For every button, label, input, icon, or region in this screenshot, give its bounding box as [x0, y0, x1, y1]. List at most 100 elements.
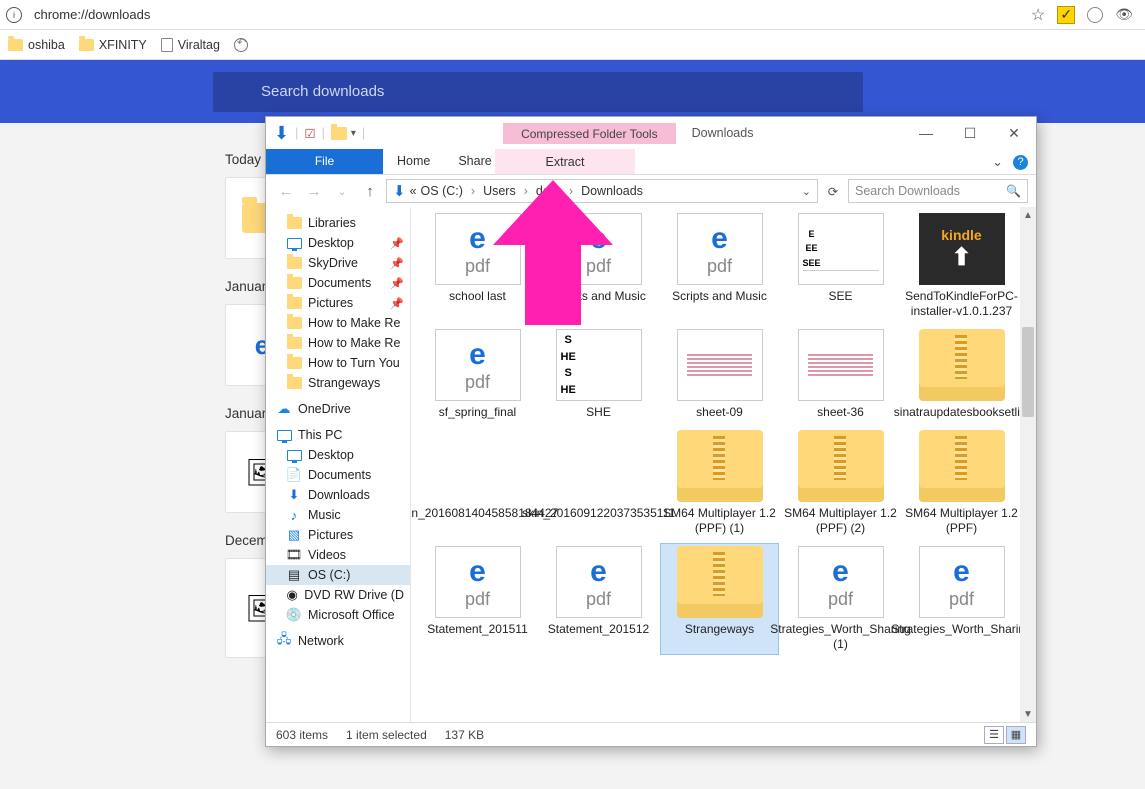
- breadcrumb-item[interactable]: dettr: [536, 184, 561, 198]
- breadcrumb-item[interactable]: OS (C:): [421, 184, 463, 198]
- breadcrumb-item[interactable]: Users: [483, 184, 516, 198]
- status-bar: 603 items 1 item selected 137 KB ☰ ▦: [266, 722, 1036, 746]
- search-icon: 🔍: [1006, 184, 1021, 198]
- file-label: school last: [449, 289, 506, 304]
- file-item[interactable]: epdfStrategies_Worth_Sharing (1): [782, 544, 899, 654]
- nav-onedrive[interactable]: ☁OneDrive: [266, 399, 410, 419]
- nav-item[interactable]: How to Turn You: [266, 353, 410, 373]
- file-item[interactable]: SM64 Multiplayer 1.2 (PPF) (2): [782, 428, 899, 538]
- quick-access-toolbar: ⬇ | ☑ | ▾ |: [266, 123, 373, 144]
- search-placeholder: Search Downloads: [855, 184, 960, 198]
- file-label: sheet-36: [817, 405, 864, 420]
- file-item[interactable]: epdfScripts and Music: [540, 211, 657, 321]
- help-icon[interactable]: ?: [1013, 155, 1028, 170]
- site-info-icon[interactable]: i: [6, 7, 22, 23]
- extension-icon[interactable]: 👁: [1115, 6, 1133, 23]
- breadcrumb-dropdown-icon[interactable]: ⌄: [802, 185, 811, 198]
- file-item[interactable]: epdfStrategies_Worth_Sharing: [903, 544, 1020, 654]
- bookmark-star-icon[interactable]: ☆: [1031, 5, 1045, 25]
- file-item[interactable]: epdfsf_spring_final: [419, 327, 536, 422]
- file-item[interactable]: epdfStatement_201511: [419, 544, 536, 654]
- nav-item[interactable]: Desktop: [266, 445, 410, 465]
- file-item[interactable]: SHESHESHE: [540, 327, 657, 422]
- nav-item[interactable]: 🎞Videos: [266, 545, 410, 565]
- file-item[interactable]: Strangeways: [661, 544, 778, 654]
- breadcrumb-bar[interactable]: ⬇ « OS (C:)› Users› dettr› Downloads ⌄: [386, 179, 818, 203]
- file-item[interactable]: SM64 Multiplayer 1.2 (PPF) (1): [661, 428, 778, 538]
- bookmarks-bar: oshiba XFINITY Viraltag: [0, 30, 1145, 60]
- nav-this-pc[interactable]: This PC: [266, 425, 410, 445]
- vertical-scrollbar[interactable]: ▲ ▼: [1020, 207, 1036, 722]
- nav-item[interactable]: 💿Microsoft Office: [266, 605, 410, 625]
- nav-item[interactable]: ♪Music: [266, 505, 410, 525]
- nav-item[interactable]: Strangeways: [266, 373, 410, 393]
- bookmark-item[interactable]: XFINITY: [79, 38, 147, 52]
- close-button[interactable]: [992, 118, 1036, 148]
- scroll-down-icon[interactable]: ▼: [1020, 706, 1036, 722]
- file-item[interactable]: sheet-09: [661, 327, 778, 422]
- minimize-button[interactable]: [904, 118, 948, 148]
- scrollbar-thumb[interactable]: [1022, 327, 1034, 417]
- icons-view-button[interactable]: ▦: [1006, 726, 1026, 744]
- file-label: SM64 Multiplayer 1.2 (PPF) (1): [663, 506, 776, 536]
- maximize-button[interactable]: [948, 118, 992, 148]
- file-item[interactable]: sheet-36: [782, 327, 899, 422]
- file-label: Statement_201512: [548, 622, 649, 637]
- details-view-button[interactable]: ☰: [984, 726, 1004, 744]
- tab-home[interactable]: Home: [383, 149, 444, 174]
- file-item[interactable]: kindle⬆SendToKindleForPC-installer-v1.0.…: [903, 211, 1020, 321]
- nav-item[interactable]: Documents📌: [266, 273, 410, 293]
- ribbon-tabs: File Home Share View Extract ⌄ ?: [266, 149, 1036, 175]
- nav-item[interactable]: How to Make Re: [266, 313, 410, 333]
- folder-icon[interactable]: [331, 127, 347, 140]
- breadcrumb-item[interactable]: Downloads: [581, 184, 643, 198]
- nav-item[interactable]: Libraries: [266, 213, 410, 233]
- up-button[interactable]: ↑: [358, 183, 382, 200]
- file-label: SendToKindleForPC-installer-v1.0.1.237: [905, 289, 1018, 319]
- tab-extract[interactable]: Extract: [495, 149, 635, 174]
- file-list-pane[interactable]: epdfschool lastepdfScripts and Musicepdf…: [411, 207, 1036, 722]
- file-item[interactable]: skin_20160814045858184427: [419, 428, 536, 538]
- nav-item[interactable]: ⬇Downloads: [266, 485, 410, 505]
- nav-item[interactable]: ▤OS (C:): [266, 565, 410, 585]
- download-arrow-icon[interactable]: ⬇: [274, 123, 289, 144]
- file-item[interactable]: epdfStatement_201512: [540, 544, 657, 654]
- nav-item[interactable]: ▧Pictures: [266, 525, 410, 545]
- selection-count: 1 item selected: [346, 728, 427, 742]
- file-label: SEE: [828, 289, 852, 304]
- file-label: SM64 Multiplayer 1.2 (PPF) (2): [784, 506, 897, 536]
- qat-dropdown-icon[interactable]: ▾: [351, 128, 356, 139]
- navigation-pane: LibrariesDesktop📌SkyDrive📌Documents📌Pict…: [266, 207, 411, 722]
- file-label: Scripts and Music: [551, 289, 646, 304]
- scroll-up-icon[interactable]: ▲: [1020, 207, 1036, 223]
- file-item[interactable]: sinatraupdatesbooksetlist: [903, 327, 1020, 422]
- history-icon[interactable]: [234, 38, 248, 52]
- bookmark-item[interactable]: Viraltag: [161, 38, 220, 52]
- norton-extension-icon[interactable]: ✓: [1057, 6, 1075, 24]
- back-button[interactable]: ←: [274, 183, 298, 200]
- url-field[interactable]: chrome://downloads: [28, 3, 1025, 26]
- nav-item[interactable]: SkyDrive📌: [266, 253, 410, 273]
- window-titlebar[interactable]: ⬇ | ☑ | ▾ | Compressed Folder Tools Down…: [266, 117, 1036, 149]
- download-arrow-icon: ⬇: [393, 182, 406, 200]
- nav-item[interactable]: ◉DVD RW Drive (D: [266, 585, 410, 605]
- refresh-button[interactable]: ⟳: [822, 184, 844, 199]
- bookmark-item[interactable]: oshiba: [8, 38, 65, 52]
- file-item[interactable]: epdfScripts and Music: [661, 211, 778, 321]
- nav-item[interactable]: How to Make Re: [266, 333, 410, 353]
- explorer-search-field[interactable]: Search Downloads 🔍: [848, 179, 1028, 203]
- file-item[interactable]: epdfschool last: [419, 211, 536, 321]
- file-item[interactable]: EEESEESEE: [782, 211, 899, 321]
- nav-item[interactable]: Pictures📌: [266, 293, 410, 313]
- file-item[interactable]: skin_2016091220373535111: [540, 428, 657, 538]
- recent-dropdown-icon[interactable]: ⌄: [330, 185, 354, 198]
- nav-network[interactable]: 🖧Network: [266, 631, 410, 651]
- extension-icon[interactable]: [1087, 7, 1103, 23]
- nav-item[interactable]: Desktop📌: [266, 233, 410, 253]
- search-downloads-field[interactable]: Search downloads: [213, 72, 863, 112]
- nav-item[interactable]: 📄Documents: [266, 465, 410, 485]
- ribbon-collapse-icon[interactable]: ⌄: [992, 154, 1003, 170]
- file-item[interactable]: SM64 Multiplayer 1.2 (PPF): [903, 428, 1020, 538]
- tab-file[interactable]: File: [266, 149, 383, 174]
- properties-icon[interactable]: ☑: [304, 126, 315, 141]
